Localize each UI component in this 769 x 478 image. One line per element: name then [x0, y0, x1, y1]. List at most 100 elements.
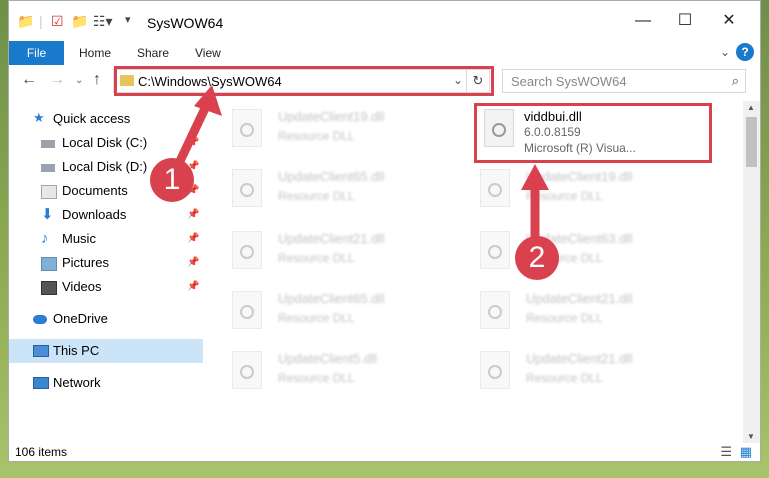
sidebar-item-label: OneDrive	[53, 311, 108, 326]
recent-locations-icon[interactable]: ⌄	[75, 75, 83, 86]
file-type: Resource DLL	[526, 371, 603, 385]
scroll-up-icon[interactable]: ▲	[747, 103, 755, 112]
list-item[interactable]: UpdateClient65.dll Resource DLL	[214, 163, 444, 213]
dll-file-icon	[480, 231, 510, 269]
star-icon: ★	[33, 110, 45, 125]
ribbon-tabs: File Home Share View ⌄ ?	[9, 41, 760, 66]
pictures-icon	[41, 257, 57, 271]
pin-icon[interactable]: 📌	[187, 251, 199, 275]
dll-file-icon	[480, 291, 510, 329]
sidebar-item-label: Local Disk (C:)	[62, 135, 148, 150]
list-item[interactable]: UpdateClient65.dll Resource DLL	[214, 285, 444, 335]
list-item[interactable]: UpdateClient21.dll Resource DLL	[462, 285, 692, 335]
file-name: UpdateClient5.dll	[278, 351, 378, 366]
customize-quick-access-icon[interactable]: ▾	[125, 13, 131, 26]
step-badge-2: 2	[515, 236, 559, 280]
file-name: UpdateClient65.dll	[278, 169, 385, 184]
file-name: UpdateClient21.dll	[526, 291, 633, 306]
list-item[interactable]: UpdateClient21.dll Resource DLL	[214, 225, 444, 275]
sidebar-item-music[interactable]: ♪ Music 📌	[9, 227, 203, 251]
file-type: Resource DLL	[278, 189, 355, 203]
sidebar-item-this-pc[interactable]: This PC	[9, 339, 203, 363]
sidebar-item-label: Quick access	[53, 111, 131, 126]
file-highlight-box	[474, 103, 712, 163]
sidebar-item-videos[interactable]: Videos 📌	[9, 275, 203, 299]
sidebar-item-label: Videos	[62, 279, 102, 294]
scrollbar-thumb[interactable]	[746, 117, 757, 167]
file-name: UpdateClient65.dll	[278, 291, 385, 306]
maximize-button[interactable]: ☐	[665, 7, 705, 35]
properties-icon[interactable]: ☑	[51, 13, 64, 30]
list-item[interactable]: UpdateClient63.dll Resource DLL	[462, 225, 692, 275]
dll-file-icon	[232, 291, 262, 329]
music-icon: ♪	[41, 230, 49, 247]
separator: |	[39, 13, 43, 29]
dll-file-icon	[232, 231, 262, 269]
drive-icon	[41, 140, 55, 148]
sidebar-item-downloads[interactable]: ⬇ Downloads 📌	[9, 203, 203, 227]
minimize-button[interactable]: —	[623, 7, 663, 35]
file-type: Resource DLL	[278, 251, 355, 265]
list-item[interactable]: UpdateClient21.dll Resource DLL	[462, 345, 692, 395]
scroll-down-icon[interactable]: ▼	[747, 432, 755, 441]
details-view-icon[interactable]: ☰	[720, 444, 732, 460]
file-type: Resource DLL	[526, 311, 603, 325]
sidebar-item-label: Documents	[62, 183, 128, 198]
close-button[interactable]: ✕	[709, 7, 749, 35]
file-name: UpdateClient19.dll	[278, 109, 385, 124]
file-type: Resource DLL	[278, 129, 355, 143]
forward-icon[interactable]: →	[49, 71, 65, 89]
back-icon[interactable]: ←	[21, 71, 37, 89]
pin-icon[interactable]: 📌	[187, 227, 199, 251]
pin-icon[interactable]: 📌	[187, 275, 199, 299]
new-folder-icon[interactable]: 📁	[71, 13, 88, 30]
list-item[interactable]: UpdateClient5.dll Resource DLL	[214, 345, 444, 395]
search-placeholder: Search SysWOW64	[511, 74, 627, 89]
dll-file-icon	[232, 169, 262, 207]
status-bar: 106 items ☰ ▦	[9, 443, 760, 461]
search-icon[interactable]: ⌕	[732, 73, 739, 89]
sidebar-item-network[interactable]: Network	[9, 371, 203, 395]
item-count: 106 items	[15, 445, 68, 459]
sidebar-item-onedrive[interactable]: OneDrive	[9, 307, 203, 331]
tab-share[interactable]: Share	[125, 41, 181, 65]
folder-icon[interactable]: 📁	[17, 13, 34, 30]
window-title: SysWOW64	[147, 15, 224, 31]
up-icon[interactable]: ↑	[93, 71, 101, 89]
pin-icon[interactable]: 📌	[187, 203, 199, 227]
sidebar-item-label: This PC	[53, 343, 100, 358]
list-item[interactable]: UpdateClient19.dll Resource DLL	[462, 163, 692, 213]
tab-home[interactable]: Home	[67, 41, 123, 65]
network-icon	[33, 377, 49, 389]
tiles-view-icon[interactable]: ▦	[740, 444, 752, 460]
vertical-scrollbar[interactable]: ▲ ▼	[743, 101, 760, 443]
search-input[interactable]: Search SysWOW64 ⌕	[502, 69, 746, 93]
dll-file-icon	[232, 351, 262, 389]
list-item[interactable]: UpdateClient19.dll Resource DLL	[214, 103, 444, 153]
sidebar-item-label: Downloads	[62, 207, 127, 222]
sidebar-item-label: Network	[53, 375, 101, 390]
drive-icon	[41, 164, 55, 172]
dll-file-icon	[480, 169, 510, 207]
file-type: Resource DLL	[278, 311, 355, 325]
sidebar-item-label: Local Disk (D:)	[62, 159, 148, 174]
sidebar-item-label: Music	[62, 231, 96, 246]
help-icon[interactable]: ?	[736, 43, 754, 61]
view-options-icon[interactable]: ☷▾	[93, 13, 113, 30]
expand-ribbon-icon[interactable]: ⌄	[720, 45, 730, 59]
title-bar: 📁 | ☑ 📁 ☷▾ ▾ SysWOW64 — ☐ ✕	[9, 1, 760, 41]
computer-icon	[33, 345, 49, 357]
tab-file[interactable]: File	[9, 41, 64, 65]
file-name: UpdateClient21.dll	[278, 231, 385, 246]
dll-file-icon	[232, 109, 262, 147]
tab-view[interactable]: View	[183, 41, 233, 65]
file-type: Resource DLL	[278, 371, 355, 385]
file-name: UpdateClient21.dll	[526, 351, 633, 366]
download-icon: ⬇	[41, 206, 54, 223]
videos-icon	[41, 281, 57, 295]
dll-file-icon	[480, 351, 510, 389]
sidebar-item-label: Pictures	[62, 255, 109, 270]
documents-icon	[41, 185, 57, 199]
sidebar-item-pictures[interactable]: Pictures 📌	[9, 251, 203, 275]
step-badge-1: 1	[150, 158, 194, 202]
